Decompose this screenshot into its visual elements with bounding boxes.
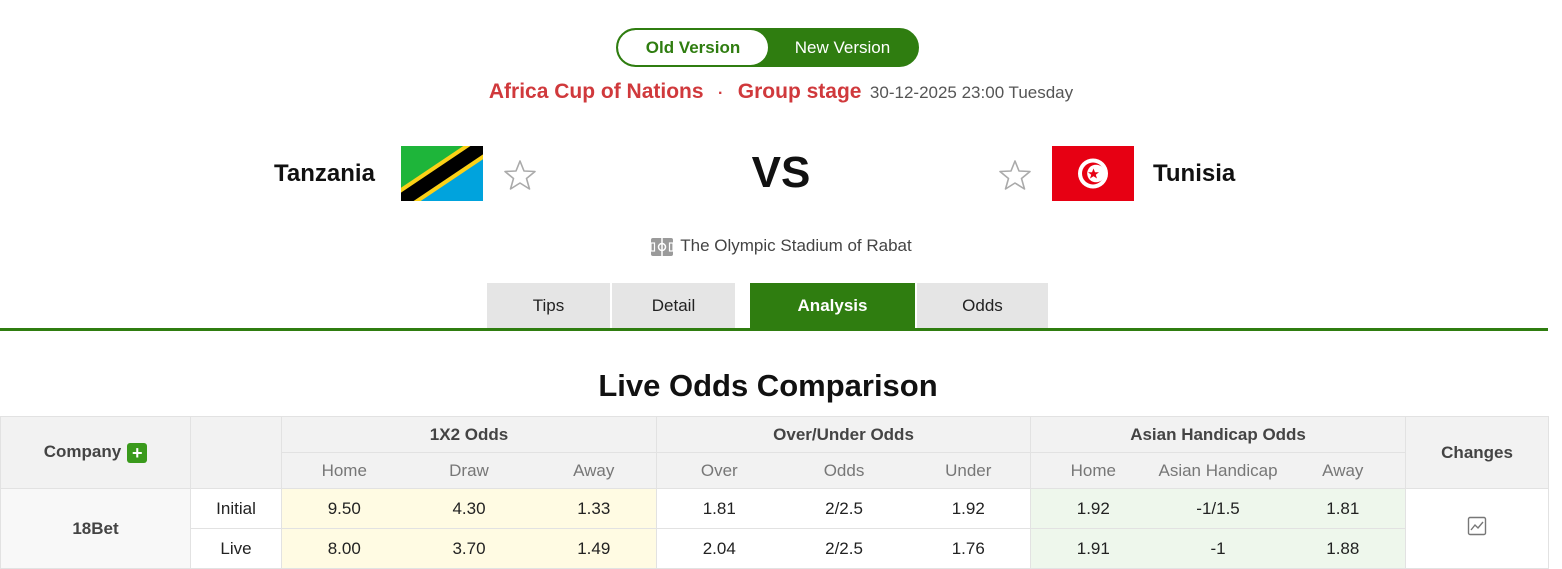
match-info-line: Africa Cup of Nations · Group stage 30-1… — [0, 80, 1562, 104]
subheader-ah-home: Home — [1030, 452, 1156, 489]
away-team-name[interactable]: Tunisia — [1153, 160, 1235, 188]
venue-name: The Olympic Stadium of Rabat — [680, 236, 912, 255]
company-header-label: Company — [43, 442, 122, 462]
subheader-ou-over: Over — [656, 452, 782, 489]
section-title: Live Odds Comparison — [598, 368, 938, 403]
subheader-ah-handicap: Asian Handicap — [1155, 452, 1281, 489]
group-asian-handicap-header: Asian Handicap Odds — [1030, 416, 1407, 453]
line-chart-icon[interactable] — [1467, 516, 1487, 536]
tab-odds[interactable]: Odds — [917, 283, 1048, 328]
versus-label: VS — [751, 148, 811, 197]
odds-cell[interactable]: 1.92 — [906, 488, 1032, 529]
subheader-1x2-away: Away — [531, 452, 658, 489]
subheader-ou-odds: Odds — [781, 452, 907, 489]
subheader-ah-away: Away — [1280, 452, 1407, 489]
subheader-ou-under: Under — [906, 452, 1032, 489]
separator: · — [718, 85, 724, 102]
odds-cell[interactable]: 2/2.5 — [781, 528, 907, 569]
tab-analysis[interactable]: Analysis — [750, 283, 915, 328]
odds-cell[interactable]: 1.81 — [656, 488, 782, 529]
tab-tips[interactable]: Tips — [487, 283, 610, 328]
odds-cell[interactable]: 3.70 — [406, 528, 532, 569]
old-version-button[interactable]: Old Version — [618, 30, 768, 65]
stadium-icon — [650, 237, 674, 256]
odds-comparison-table: Company + 1X2 Odds Over/Under Odds Asian … — [0, 416, 1550, 569]
group-1x2-header: 1X2 Odds — [280, 416, 658, 453]
odds-cell[interactable]: 1.88 — [1280, 528, 1407, 569]
table-row: Live 8.00 3.70 1.49 2.04 2/2.5 1.76 1.91… — [1, 528, 1549, 569]
changes-header: Changes — [1405, 416, 1550, 489]
row-type-header — [190, 416, 282, 489]
odds-cell[interactable]: 1.76 — [906, 528, 1032, 569]
odds-cell[interactable]: 2/2.5 — [781, 488, 907, 529]
match-datetime: 30-12-2025 23:00 Tuesday — [869, 83, 1074, 102]
version-toggle: Old Version New Version — [616, 28, 919, 67]
odds-cell[interactable]: 1.49 — [531, 528, 658, 569]
company-header: Company + — [0, 416, 191, 489]
subheader-1x2-home: Home — [281, 452, 407, 489]
subheader-1x2-draw: Draw — [406, 452, 532, 489]
add-company-plus-icon[interactable]: + — [127, 442, 148, 463]
odds-cell[interactable]: 1.91 — [1030, 528, 1156, 569]
group-over-under-header: Over/Under Odds — [656, 416, 1032, 453]
odds-cell[interactable]: 2.04 — [656, 528, 782, 569]
new-version-button[interactable]: New Version — [768, 30, 917, 65]
table-header-row: Company + 1X2 Odds Over/Under Odds Asian … — [0, 416, 1550, 489]
odds-cell[interactable]: 9.50 — [281, 488, 407, 529]
tab-underline — [0, 328, 1548, 331]
odds-cell[interactable]: 8.00 — [281, 528, 407, 569]
tunisia-flag-icon — [1052, 146, 1134, 201]
favorite-star-icon[interactable] — [998, 158, 1032, 192]
odds-cell[interactable]: 4.30 — [406, 488, 532, 529]
stage-name[interactable]: Group stage — [738, 80, 862, 103]
odds-cell[interactable]: -1 — [1155, 528, 1281, 569]
odds-cell[interactable]: 1.81 — [1280, 488, 1407, 529]
row-label-live: Live — [190, 528, 282, 569]
row-label-initial: Initial — [190, 488, 282, 529]
odds-cell[interactable]: 1.33 — [531, 488, 658, 529]
table-row: 18Bet Initial 9.50 4.30 1.33 1.81 2/2.5 … — [0, 488, 1550, 569]
bookmaker-name[interactable]: 18Bet — [0, 488, 191, 569]
competition-name[interactable]: Africa Cup of Nations — [489, 80, 704, 103]
odds-cell[interactable]: 1.92 — [1030, 488, 1156, 529]
odds-cell[interactable]: -1/1.5 — [1155, 488, 1281, 529]
venue: The Olympic Stadium of Rabat — [0, 236, 1562, 257]
changes-cell — [1405, 488, 1550, 569]
tab-detail[interactable]: Detail — [612, 283, 735, 328]
